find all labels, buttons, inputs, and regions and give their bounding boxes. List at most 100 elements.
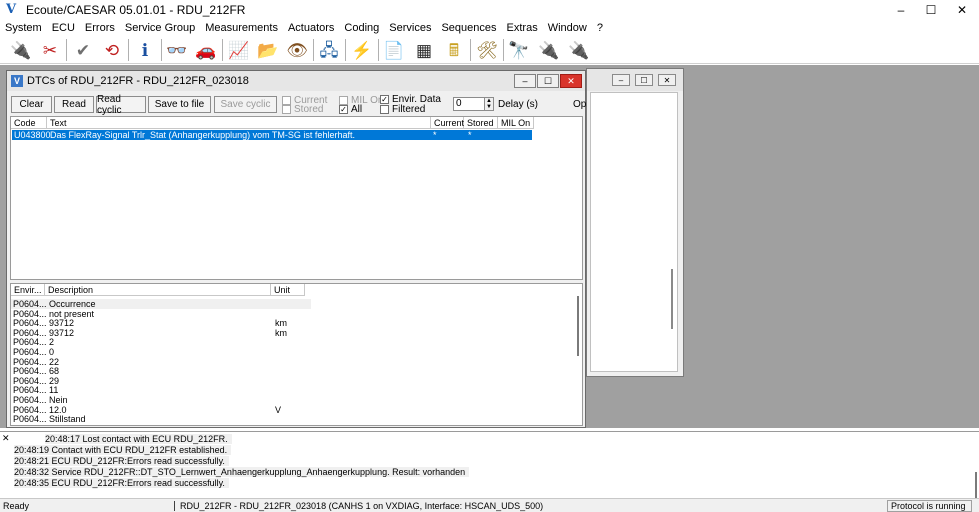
dtc-column-stored[interactable]: Stored xyxy=(464,117,498,129)
secondary-window-caption: – ☐ ✕ xyxy=(587,69,683,91)
toolbar-separator xyxy=(470,39,471,61)
dtc-column-mil-on[interactable]: MIL On xyxy=(498,117,534,129)
menu-service-group[interactable]: Service Group xyxy=(120,20,200,36)
dtc-minimize-button[interactable]: – xyxy=(514,74,536,88)
secondary-maximize-button[interactable]: ☐ xyxy=(635,74,653,86)
open-folder-icon[interactable]: 📂 xyxy=(255,38,281,62)
ecu-info-icon[interactable]: ℹ xyxy=(132,38,158,62)
env-row[interactable]: P0604... 29 xyxy=(11,376,311,386)
calculator-icon[interactable]: 🖩 xyxy=(441,38,467,62)
menu-measurements[interactable]: Measurements xyxy=(200,20,283,36)
binoculars-icon[interactable]: 🔭 xyxy=(506,38,532,62)
delay-spinner[interactable]: ▲ ▼ xyxy=(484,97,494,111)
close-button[interactable]: ✕ xyxy=(945,0,979,20)
filtered-label: Filtered xyxy=(392,104,426,115)
menu-extras[interactable]: Extras xyxy=(502,20,543,36)
document-icon[interactable]: 📄 xyxy=(381,38,407,62)
plug-disabled-icon[interactable]: 🔌 xyxy=(566,38,592,62)
menu-services[interactable]: Services xyxy=(384,20,436,36)
glasses-icon[interactable]: 👓 xyxy=(164,38,190,62)
secondary-close-button[interactable]: ✕ xyxy=(658,74,676,86)
disconnect-ecu-icon[interactable]: ✂ xyxy=(37,38,63,62)
dtc-window-title: DTCs of RDU_212FR - RDU_212FR_023018 xyxy=(27,75,249,87)
env-row[interactable]: P0604... Occurrence xyxy=(11,299,311,309)
env-row[interactable]: P0604... 93712 km xyxy=(11,318,311,328)
env-row[interactable]: P0604... 0 xyxy=(11,347,311,357)
secondary-scrollbar[interactable] xyxy=(671,269,673,329)
save-to-file-button[interactable]: Save to file xyxy=(148,96,211,113)
env-row[interactable]: P0604... 22 xyxy=(11,357,311,367)
read-cyclic-button[interactable]: Read cyclic xyxy=(96,94,146,116)
env-column-envir[interactable]: Envir... xyxy=(11,284,45,296)
env-row[interactable]: P0604... Stillstand xyxy=(11,414,311,424)
current-checkbox[interactable] xyxy=(282,96,291,105)
dtc-column-code[interactable]: Code xyxy=(11,117,47,129)
env-cell-desc: IGN_ON xyxy=(49,424,84,425)
secondary-minimize-button[interactable]: – xyxy=(612,74,630,86)
maximize-button[interactable]: ☐ xyxy=(914,0,948,20)
check-icon[interactable]: ✔ xyxy=(70,38,96,62)
plug-icon[interactable]: 🔌 xyxy=(536,38,562,62)
env-row[interactable]: P0604... Nein xyxy=(11,395,311,405)
log-close-icon[interactable]: ✕ xyxy=(2,433,10,443)
dtc-window: V DTCs of RDU_212FR - RDU_212FR_023018 –… xyxy=(6,70,586,428)
menu-ecu[interactable]: ECU xyxy=(47,20,80,36)
env-cell-env: P0604... xyxy=(13,375,47,386)
vehicle-icon[interactable]: 🚗 xyxy=(193,38,219,62)
network-icon[interactable]: 🖧 xyxy=(316,38,342,62)
env-row[interactable]: P0604... 68 xyxy=(11,366,311,376)
dtc-row[interactable]: U043800 Das FlexRay-Signal Trlr_Stat (An… xyxy=(12,130,532,140)
toolbar-separator xyxy=(222,39,223,61)
env-row[interactable]: P0604... 11 xyxy=(11,385,311,395)
menu-coding[interactable]: Coding xyxy=(339,20,384,36)
table-icon[interactable]: ▦ xyxy=(411,38,437,62)
op-button[interactable]: Op xyxy=(573,99,586,110)
minimize-button[interactable]: – xyxy=(884,0,918,20)
env-cell-env: P0604... xyxy=(13,385,47,396)
eye-icon[interactable]: 👁 xyxy=(284,38,310,62)
dtc-maximize-button[interactable]: ☐ xyxy=(537,74,559,88)
env-cell-desc: not present xyxy=(49,308,95,319)
env-row[interactable]: P0604... 93712 km xyxy=(11,328,311,338)
env-scrollbar[interactable] xyxy=(577,296,579,356)
env-cell-unit: km xyxy=(275,327,287,338)
menu-help[interactable]: ? xyxy=(592,20,608,36)
dtc-column-text[interactable]: Text xyxy=(47,117,431,129)
env-row[interactable]: P0604...IGN_ON xyxy=(11,424,311,425)
envir-data-checkbox[interactable]: ✓ xyxy=(380,95,389,104)
dtc-column-current[interactable]: Current xyxy=(431,117,464,129)
clear-errors-icon[interactable]: ⟲ xyxy=(99,38,125,62)
menu-errors[interactable]: Errors xyxy=(80,20,120,36)
menu-actuators[interactable]: Actuators xyxy=(283,20,339,36)
toolbar-separator xyxy=(66,39,67,61)
env-cell-desc: 93712 xyxy=(49,327,75,338)
lightning-icon[interactable]: ⚡ xyxy=(349,38,375,62)
all-checkbox[interactable]: ✓ xyxy=(339,105,348,114)
measurement-chart-icon[interactable]: 📈 xyxy=(226,38,252,62)
menu-window[interactable]: Window xyxy=(543,20,592,36)
env-row[interactable]: P0604... 2 xyxy=(11,337,311,347)
stored-checkbox[interactable] xyxy=(282,105,291,114)
connect-ecu-icon[interactable]: 🔌 xyxy=(8,38,34,62)
status-connection: RDU_212FR - RDU_212FR_023018 (CANHS 1 on… xyxy=(180,501,544,511)
delay-input[interactable]: 0 xyxy=(453,97,485,111)
filtered-checkbox[interactable] xyxy=(380,105,389,114)
env-row[interactable]: P0604... not present xyxy=(11,309,311,319)
dtc-close-button[interactable]: ✕ xyxy=(560,74,582,88)
env-column-description[interactable]: Description xyxy=(45,284,271,296)
env-cell-unit: km xyxy=(275,318,287,329)
env-cell-env: P0604... xyxy=(13,308,47,319)
read-button[interactable]: Read xyxy=(54,96,94,113)
dtc-stored: * xyxy=(468,130,472,140)
tools-icon[interactable]: 🛠 xyxy=(474,38,500,62)
env-column-unit[interactable]: Unit xyxy=(271,284,305,296)
menu-system[interactable]: System xyxy=(0,20,47,36)
log-scrollbar[interactable] xyxy=(975,472,977,498)
mil-on-checkbox[interactable] xyxy=(339,96,348,105)
env-row[interactable]: P0604... 12.0 V xyxy=(11,405,311,415)
save-cyclic-button[interactable]: Save cyclic xyxy=(214,96,277,113)
env-cell-desc: 2 xyxy=(49,337,55,348)
menu-sequences[interactable]: Sequences xyxy=(436,20,501,36)
clear-button[interactable]: Clear xyxy=(11,96,52,113)
status-protocol: Protocol is running xyxy=(887,500,972,512)
